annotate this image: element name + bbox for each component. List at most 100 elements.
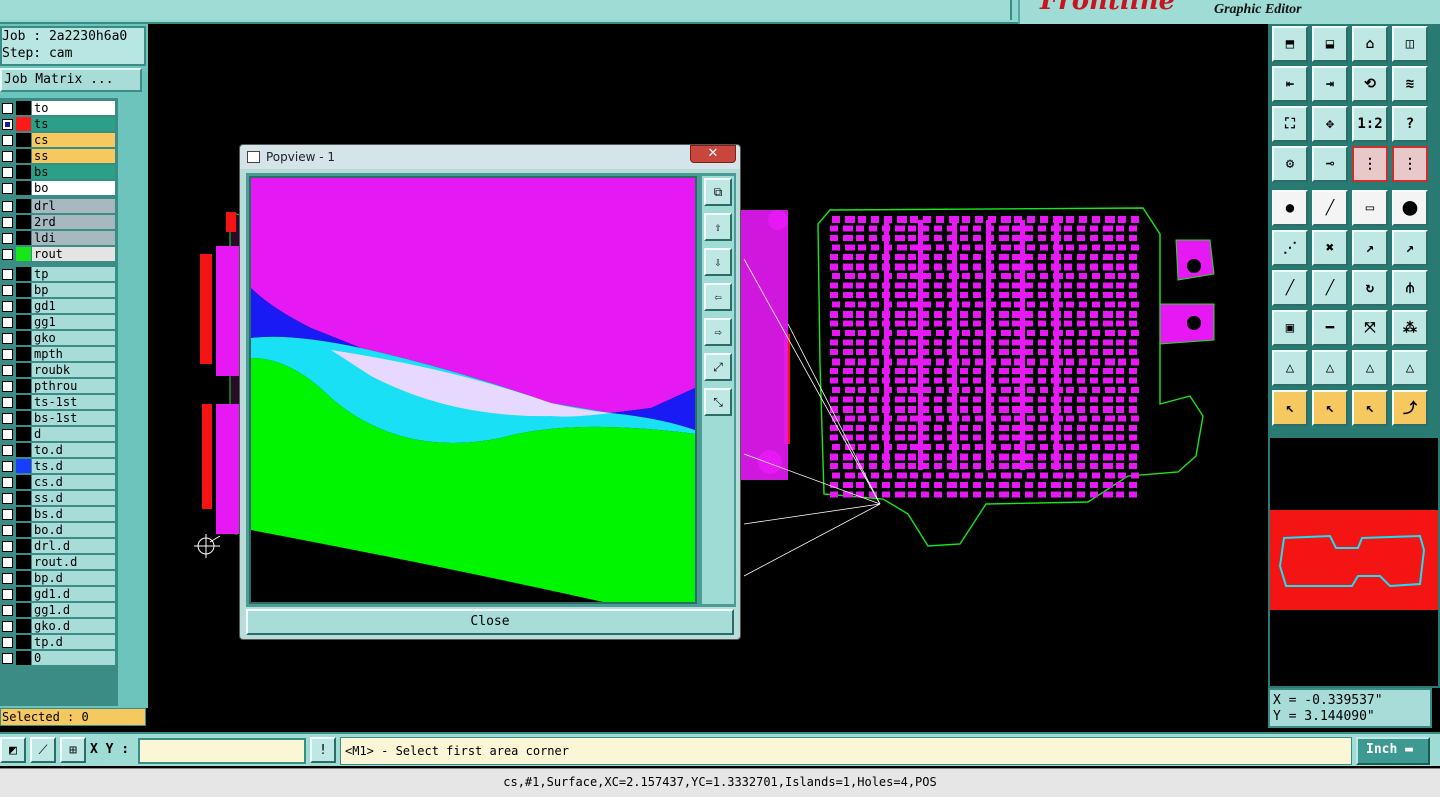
- layer-row[interactable]: bp: [0, 282, 118, 298]
- layer-row[interactable]: to: [0, 100, 118, 116]
- zoom-left-icon[interactable]: ⇤: [1272, 66, 1308, 102]
- layer-color-swatch[interactable]: [16, 411, 31, 425]
- net-red-icon[interactable]: ⋮: [1352, 146, 1388, 182]
- line-select-icon[interactable]: ╱: [1312, 190, 1348, 226]
- layer-color-swatch[interactable]: [16, 231, 31, 245]
- popview-close-button[interactable]: Close: [246, 609, 734, 635]
- layer-color-swatch[interactable]: [16, 215, 31, 229]
- layer-name[interactable]: gd1: [32, 299, 115, 313]
- xy-input[interactable]: [138, 738, 306, 764]
- pan-up-icon[interactable]: ⇧: [704, 213, 732, 241]
- layer-checkbox[interactable]: [2, 167, 13, 178]
- ruler-icon[interactable]: ▭: [1352, 190, 1388, 226]
- layer-color-swatch[interactable]: [16, 181, 31, 195]
- layer-row[interactable]: mpth: [0, 346, 118, 362]
- layer-color-swatch[interactable]: [16, 395, 31, 409]
- layer-row[interactable]: gd1: [0, 298, 118, 314]
- layer-row[interactable]: ✎gd1.d: [0, 586, 118, 602]
- arrow-node-icon[interactable]: ↗: [1352, 230, 1388, 266]
- layer-row[interactable]: pthrou: [0, 378, 118, 394]
- square-node-icon[interactable]: ▣: [1272, 310, 1308, 346]
- layer-name[interactable]: roubk: [32, 363, 115, 377]
- unit-selector[interactable]: Inch ▬: [1356, 737, 1430, 765]
- layer-row[interactable]: ✎ts.d: [0, 458, 118, 474]
- layer-checkbox[interactable]: [2, 413, 13, 424]
- triangle-c-icon[interactable]: △: [1352, 350, 1388, 386]
- layer-color-swatch[interactable]: [16, 619, 31, 633]
- layer-name[interactable]: pthrou: [32, 379, 115, 393]
- layer-name[interactable]: to.d: [32, 443, 115, 457]
- snap-mode-icon[interactable]: ◩: [0, 737, 26, 763]
- layer-row[interactable]: bs: [0, 164, 118, 180]
- layer-name[interactable]: gg1.d: [32, 603, 115, 617]
- layer-row[interactable]: d: [0, 426, 118, 442]
- layer-row[interactable]: 2rd: [0, 214, 118, 230]
- layer-row[interactable]: rout.d: [0, 554, 118, 570]
- layer-checkbox[interactable]: [2, 429, 13, 440]
- layer-row[interactable]: rout: [0, 246, 118, 262]
- layer-name[interactable]: drl.d: [32, 539, 115, 553]
- layer-color-swatch[interactable]: [16, 283, 31, 297]
- scale-1-2-icon[interactable]: 1:2: [1352, 106, 1388, 142]
- layer-color-swatch[interactable]: [16, 165, 31, 179]
- layer-row[interactable]: ldi: [0, 230, 118, 246]
- layer-checkbox[interactable]: [2, 637, 13, 648]
- layer-name[interactable]: bs-1st: [32, 411, 115, 425]
- layer-name[interactable]: ldi: [32, 231, 115, 245]
- layer-color-swatch[interactable]: [16, 507, 31, 521]
- pan-down-icon[interactable]: ⇩: [704, 248, 732, 276]
- triangle-b-icon[interactable]: △: [1312, 350, 1348, 386]
- layer-color-swatch[interactable]: [16, 475, 31, 489]
- panel-icon[interactable]: ◫: [1392, 26, 1428, 62]
- layer-checkbox[interactable]: [2, 119, 13, 130]
- layer-row[interactable]: drl.d: [0, 538, 118, 554]
- scale-icon[interactable]: ⤧: [1352, 310, 1388, 346]
- layer-checkbox[interactable]: [2, 397, 13, 408]
- layer-color-swatch[interactable]: [16, 149, 31, 163]
- layer-checkbox[interactable]: [2, 461, 13, 472]
- layer-checkbox[interactable]: [2, 653, 13, 664]
- popview-titlebar[interactable]: Popview - 1: [240, 145, 740, 169]
- layer-row[interactable]: gko: [0, 330, 118, 346]
- layer-color-swatch[interactable]: [16, 459, 31, 473]
- window-top-icon[interactable]: ⬒: [1272, 26, 1308, 62]
- redraw-icon[interactable]: ≋: [1392, 66, 1428, 102]
- layer-checkbox[interactable]: [2, 477, 13, 488]
- layer-row[interactable]: ss: [0, 148, 118, 164]
- layer-checkbox[interactable]: [2, 103, 13, 114]
- layer-row[interactable]: tp: [0, 266, 118, 282]
- window-close-button[interactable]: ✕: [690, 145, 736, 163]
- layer-color-swatch[interactable]: [16, 587, 31, 601]
- probe-icon[interactable]: ⊸: [1312, 146, 1348, 182]
- layer-color-swatch[interactable]: [16, 347, 31, 361]
- layer-name[interactable]: ss.d: [32, 491, 115, 505]
- layer-name[interactable]: gko.d: [32, 619, 115, 633]
- cursor-box-icon[interactable]: ↖: [1312, 390, 1348, 426]
- layer-row[interactable]: ✎ss.d: [0, 490, 118, 506]
- layer-color-swatch[interactable]: [16, 427, 31, 441]
- layer-row[interactable]: ✎gko.d: [0, 618, 118, 634]
- zoom-fit-icon[interactable]: ⧉: [704, 178, 732, 206]
- layer-checkbox[interactable]: [2, 135, 13, 146]
- layer-name[interactable]: bo: [32, 181, 115, 195]
- layer-color-swatch[interactable]: [16, 651, 31, 665]
- layer-name[interactable]: ts-1st: [32, 395, 115, 409]
- zoom-in-icon[interactable]: ⤢: [704, 353, 732, 381]
- layer-row[interactable]: 0: [0, 650, 118, 666]
- layer-color-swatch[interactable]: [16, 331, 31, 345]
- slash-red-icon[interactable]: ╱: [1272, 270, 1308, 306]
- layer-checkbox[interactable]: [2, 285, 13, 296]
- layer-color-swatch[interactable]: [16, 603, 31, 617]
- net-blue-icon[interactable]: ⋮: [1392, 146, 1428, 182]
- layer-checkbox[interactable]: [2, 233, 13, 244]
- popview-window[interactable]: Popview - 1 ✕ ⧉ ⇧ ⇩ ⇦ ⇨ ⤢ ⤡ Close: [239, 144, 741, 640]
- layer-row[interactable]: gg1.d: [0, 602, 118, 618]
- layer-color-swatch[interactable]: [16, 199, 31, 213]
- layer-name[interactable]: bs: [32, 165, 115, 179]
- fit-all-icon[interactable]: ⛶: [1272, 106, 1308, 142]
- layer-checkbox[interactable]: [2, 493, 13, 504]
- layer-color-swatch[interactable]: [16, 315, 31, 329]
- layer-row[interactable]: gg1: [0, 314, 118, 330]
- triangle-d-icon[interactable]: △: [1392, 350, 1428, 386]
- layer-checkbox[interactable]: [2, 269, 13, 280]
